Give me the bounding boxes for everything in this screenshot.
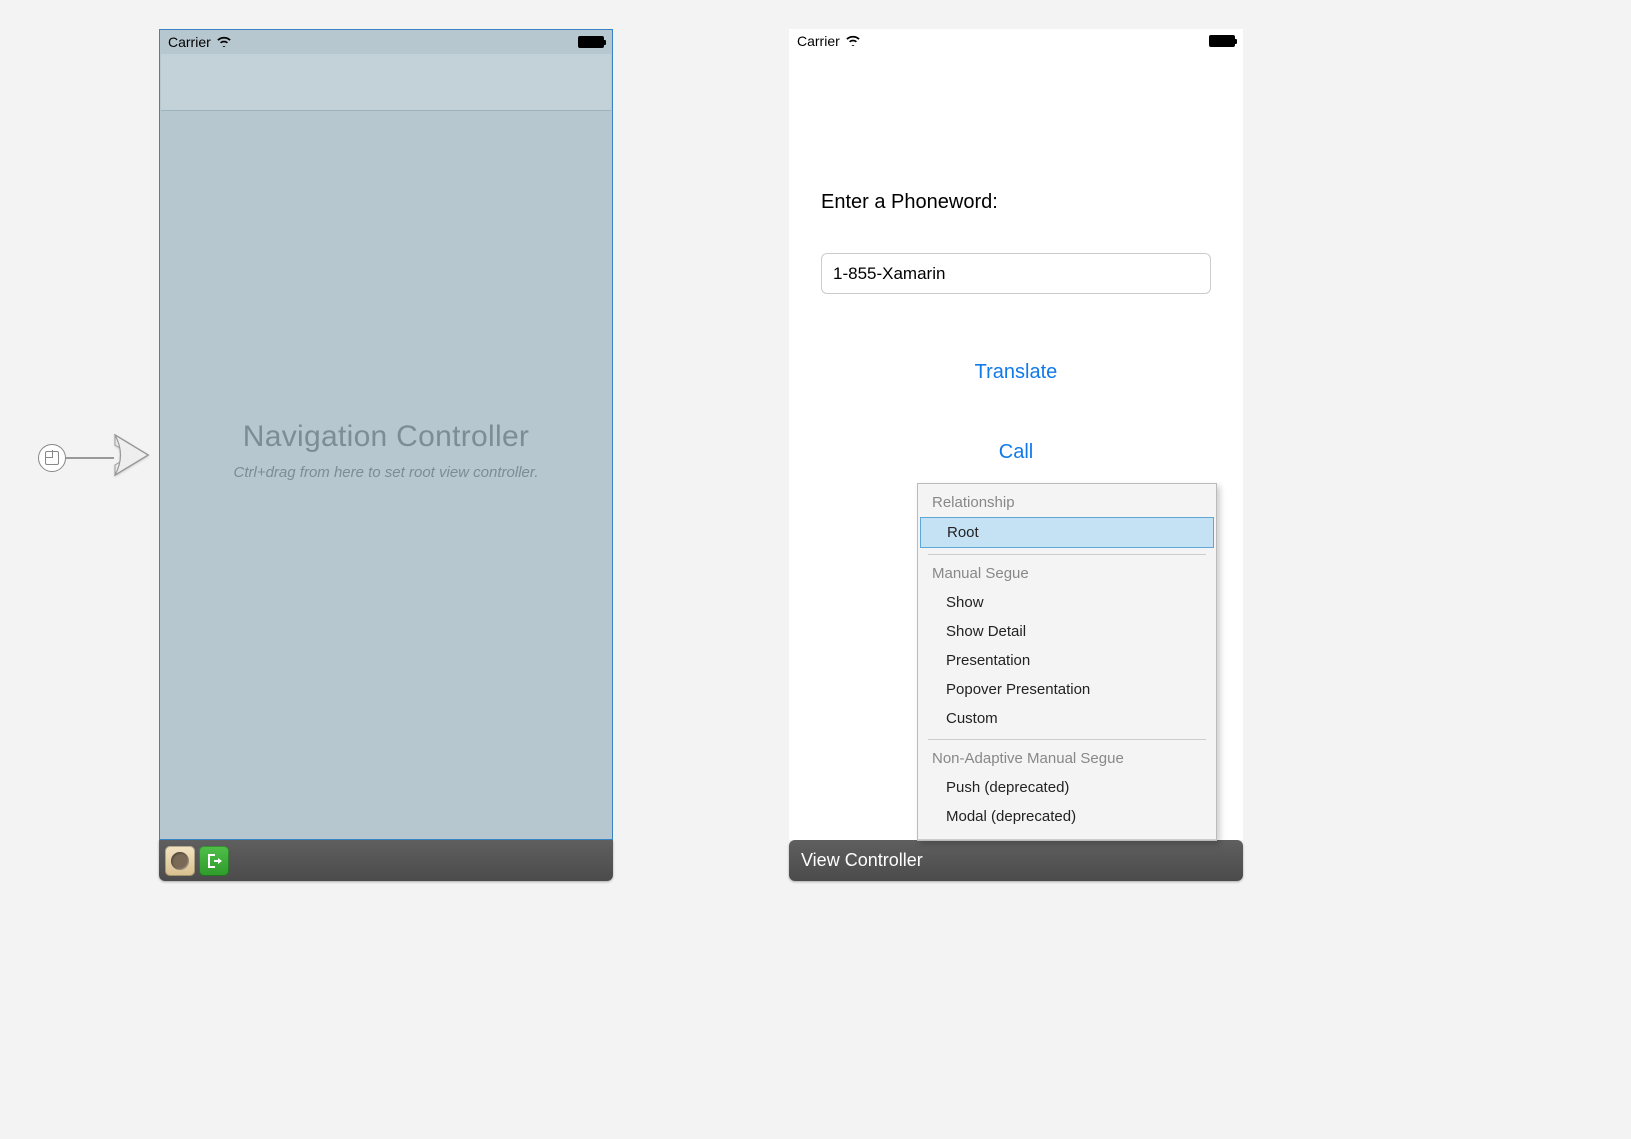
nav-controller-title: Navigation Controller	[160, 420, 612, 454]
segue-option-show-detail[interactable]: Show Detail	[918, 617, 1216, 646]
wifi-icon	[845, 33, 861, 49]
segue-option-custom-deprecated[interactable]: Custom (deprecated)	[918, 831, 1216, 840]
entry-circle-icon	[38, 444, 66, 472]
exit-icon[interactable]	[199, 846, 229, 876]
segue-option-custom[interactable]: Custom	[918, 704, 1216, 733]
arrow-line	[66, 457, 114, 459]
segue-option-popover[interactable]: Popover Presentation	[918, 675, 1216, 704]
status-bar: Carrier	[789, 29, 1243, 53]
phoneword-label: Enter a Phoneword:	[821, 191, 998, 214]
battery-icon	[578, 36, 604, 48]
view-controller-scene[interactable]: Carrier Enter a Phoneword: Translate Cal…	[789, 29, 1243, 881]
carrier-label: Carrier	[168, 34, 211, 50]
view-controller-view[interactable]: Carrier Enter a Phoneword: Translate Cal…	[789, 29, 1243, 840]
phoneword-input[interactable]	[821, 253, 1211, 294]
popup-header-nonadaptive: Non-Adaptive Manual Segue	[918, 740, 1216, 773]
carrier-label: Carrier	[797, 33, 840, 49]
scene-title: View Controller	[795, 850, 923, 871]
arrow-head-icon	[114, 433, 150, 482]
navigation-controller-scene[interactable]: Carrier Navigation Controller Ctrl+drag …	[159, 29, 613, 881]
popup-header-manual: Manual Segue	[918, 555, 1216, 588]
call-button[interactable]: Call	[789, 441, 1243, 464]
nav-controller-subtitle: Ctrl+drag from here to set root view con…	[160, 464, 612, 481]
segue-option-show[interactable]: Show	[918, 588, 1216, 617]
segue-option-presentation[interactable]: Presentation	[918, 646, 1216, 675]
segue-option-root[interactable]: Root	[920, 517, 1214, 548]
status-bar: Carrier	[160, 30, 612, 54]
translate-button[interactable]: Translate	[789, 361, 1243, 384]
battery-icon	[1209, 35, 1235, 47]
scene-dock[interactable]	[159, 840, 613, 881]
navigation-bar[interactable]	[161, 54, 611, 111]
view-controller-icon[interactable]	[165, 846, 195, 876]
popup-header-relationship: Relationship	[918, 484, 1216, 517]
segue-popup[interactable]: Relationship Root Manual Segue Show Show…	[917, 483, 1217, 841]
wifi-icon	[216, 34, 232, 50]
navigation-controller-view[interactable]: Carrier Navigation Controller Ctrl+drag …	[159, 29, 613, 840]
scene-dock[interactable]: View Controller	[789, 840, 1243, 881]
segue-option-push-deprecated[interactable]: Push (deprecated)	[918, 773, 1216, 802]
storyboard-entry-point[interactable]	[38, 433, 150, 482]
segue-option-modal-deprecated[interactable]: Modal (deprecated)	[918, 802, 1216, 831]
